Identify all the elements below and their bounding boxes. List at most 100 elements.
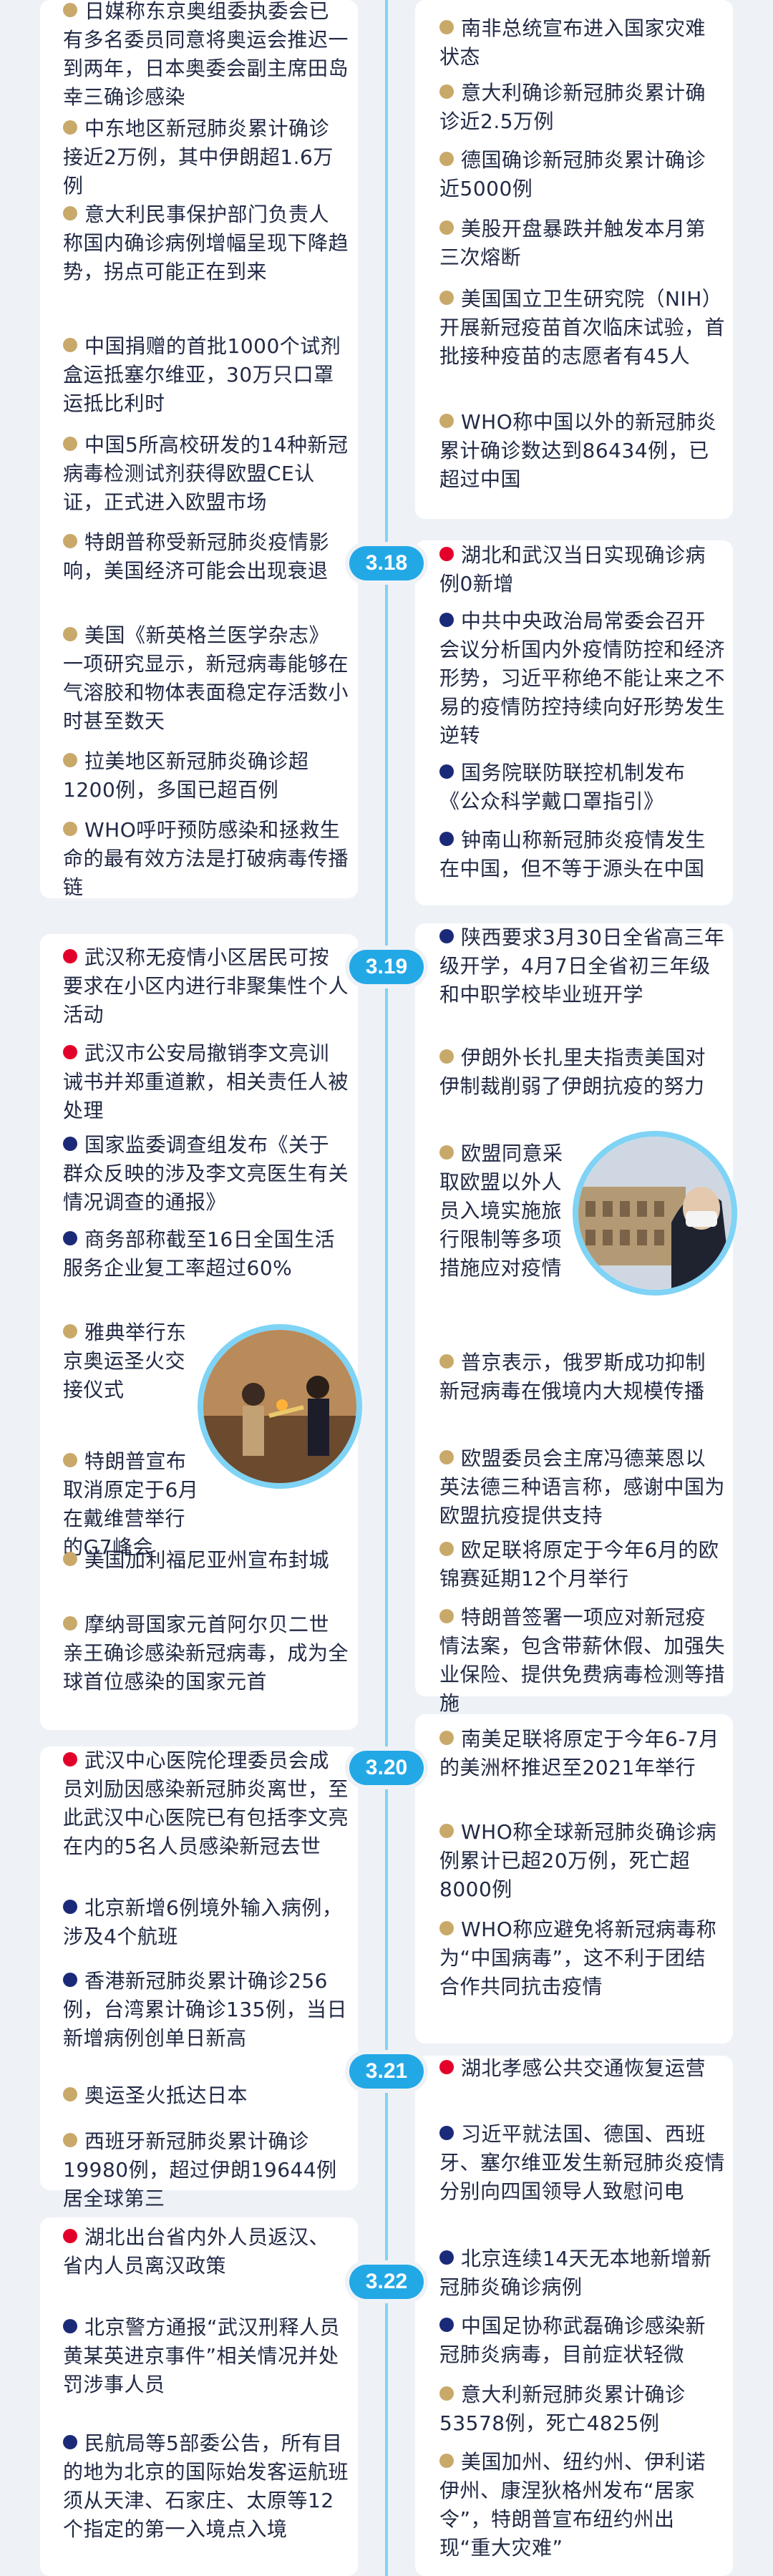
news-item: 美国《新英格兰医学杂志》一项研究显示，新冠病毒能够在气溶胶和物体表面稳定存活数小…: [63, 623, 349, 733]
dot-icon: [439, 1450, 454, 1464]
date-badge-320: 3.20: [349, 1751, 424, 1785]
news-item: WHO称中国以外的新冠肺炎累计确诊数达到86434例，已超过中国: [439, 410, 717, 491]
dot-icon: [63, 2319, 77, 2333]
dot-icon: [63, 1616, 77, 1630]
dot-icon: [63, 753, 77, 767]
dot-icon: [439, 152, 454, 166]
dot-icon: [439, 929, 454, 943]
dot-icon: [63, 1453, 77, 1467]
timeline-axis: [385, 0, 388, 2576]
dot-icon: [439, 20, 454, 34]
dot-icon: [63, 1752, 77, 1766]
news-item: 湖北孝感公共交通恢复运营: [439, 2054, 726, 2083]
news-item: 中国5所高校研发的14种新冠病毒检测试剂获得欧盟CE认证，正式进入欧盟市场: [63, 433, 349, 514]
news-item: 欧盟同意采取欧盟以外人员入境实施旅行限制等多项措施应对疫情: [439, 1142, 563, 1280]
news-item: 北京连续14天无本地新增新冠肺炎确诊病例: [439, 2247, 712, 2299]
news-item: WHO称全球新冠肺炎确诊病例累计已超20万例，死亡超8000例: [439, 1820, 717, 1901]
news-item: 中国捐赠的首批1000个试剂盒运抵塞尔维亚，30万只口罩运抵比利时: [63, 334, 341, 415]
news-item: 武汉市公安局撤销李文亮训诫书并郑重道歉，相关责任人被处理: [63, 1041, 349, 1122]
news-item: 雅典举行东京奥运圣火交接仪式: [63, 1321, 187, 1401]
news-item: 商务部称截至16日全国生活服务企业复工率超过60%: [63, 1228, 336, 1280]
dot-icon: [63, 1045, 77, 1059]
dot-icon: [63, 1324, 77, 1338]
news-item: 西班牙新冠肺炎累计确诊19980例，超过伊朗19644例居全球第三: [63, 2129, 337, 2210]
dot-icon: [439, 220, 454, 235]
news-item: 德国确诊新冠肺炎累计确诊近5000例: [439, 148, 706, 200]
news-item: 美股开盘暴跌并触发本月第三次熔断: [439, 217, 706, 269]
dot-icon: [63, 206, 77, 220]
news-item: 拉美地区新冠肺炎确诊超1200例，多国已超百例: [63, 749, 309, 802]
dot-icon: [439, 2126, 454, 2140]
news-item: 特朗普签署一项应对新冠疫情法案，包含带薪休假、加强失业保险、提供免费病毒检测等措…: [439, 1605, 726, 1715]
dot-icon: [439, 291, 454, 305]
dot-icon: [439, 414, 454, 428]
news-item: 欧足联将原定于今年6月的欧锦赛延期12个月举行: [439, 1538, 719, 1590]
dot-icon: [63, 1973, 77, 1987]
news-item: 美国加州、纽约州、伊利诺伊州、康涅狄格州发布“居家令”，特朗普宣布纽约州出现“重…: [439, 2450, 706, 2560]
torch-ceremony-illustration: [203, 1330, 356, 1483]
dot-icon: [63, 2435, 77, 2449]
dot-icon: [63, 2133, 77, 2147]
news-item: 中共中央政治局常委会召开会议分析国内外疫情防控和经济形势，习近平称绝不能让来之不…: [439, 609, 726, 747]
dot-icon: [63, 822, 77, 836]
date-badge-321: 3.21: [349, 2054, 424, 2089]
news-item: 意大利新冠肺炎累计确诊53578例，死亡4825例: [439, 2383, 686, 2435]
dot-icon: [439, 1824, 454, 1838]
dot-icon: [63, 2229, 77, 2243]
news-item: 意大利确诊新冠肺炎累计确诊近2.5万例: [439, 81, 706, 133]
news-item: 陕西要求3月30日全省高三年级开学，4月7日全省初三年级和中职学校毕业班开学: [439, 925, 725, 1006]
news-item: 伊朗外长扎里夫指责美国对伊制裁削弱了伊朗抗疫的努力: [439, 1046, 706, 1098]
news-item: 摩纳哥国家元首阿尔贝二世亲王确诊感染新冠病毒，成为全球首位感染的国家元首: [63, 1613, 349, 1693]
dot-icon: [63, 1552, 77, 1566]
news-item: 特朗普称受新冠肺炎疫情影响，美国经济可能会出现衰退: [63, 530, 330, 583]
dot-icon: [439, 2318, 454, 2332]
dot-icon: [439, 1049, 454, 1064]
news-item: 民航局等5部委公告，所有目的地为北京的国际始发客运航班须从天津、石家庄、太原等1…: [63, 2431, 349, 2541]
news-item: 湖北和武汉当日实现确诊病例0新增: [439, 543, 706, 596]
news-item: 钟南山称新冠肺炎疫情发生在中国，但不等于源头在中国: [439, 828, 706, 880]
date-badge-322: 3.22: [349, 2265, 424, 2299]
dot-icon: [439, 1145, 454, 1160]
dot-icon: [439, 613, 454, 627]
news-item: 武汉中心医院伦理委员会成员刘励因感染新冠肺炎离世，至此武汉中心医院已有包括李文亮…: [63, 1749, 349, 1858]
news-item: 欧盟委员会主席冯德莱恩以英法德三种语言称，感谢中国为欧盟抗疫提供支持: [439, 1447, 726, 1527]
dot-icon: [63, 1137, 77, 1151]
news-item: 美国国立卫生研究院（NIH）开展新冠疫苗首次临床试验，首批接种疫苗的志愿者有45…: [439, 287, 726, 368]
news-item: 北京警方通报“武汉刑释人员黄某英进京事件”相关情况并处罚涉事人员: [63, 2315, 341, 2396]
dot-icon: [439, 2060, 454, 2074]
news-item: 意大利民事保护部门负责人称国内确诊病例增幅呈现下降趋势，拐点可能正在到来: [63, 203, 349, 283]
dot-icon: [63, 3, 77, 17]
news-item: 美国加利福尼亚州宣布封城: [63, 1546, 349, 1575]
dot-icon: [63, 534, 77, 548]
colosseum-image: [573, 1131, 737, 1296]
date-badge-318: 3.18: [349, 546, 424, 580]
dot-icon: [63, 1231, 77, 1245]
dot-icon: [439, 1354, 454, 1369]
dot-icon: [439, 1731, 454, 1745]
date-badge-319: 3.19: [349, 950, 424, 984]
news-item: 中东地区新冠肺炎累计确诊接近2万例，其中伊朗超1.6万例: [63, 117, 334, 198]
news-item: 中国足协称武磊确诊感染新冠肺炎病毒，目前症状轻微: [439, 2314, 706, 2366]
dot-icon: [439, 2454, 454, 2468]
dot-icon: [63, 949, 77, 963]
dot-icon: [439, 1921, 454, 1935]
dot-icon: [439, 547, 454, 561]
dot-icon: [63, 120, 77, 135]
news-item: WHO称应避免将新冠病毒称为“中国病毒”，这不利于团结合作共同抗击疫情: [439, 1918, 717, 1998]
torch-ceremony-image: [198, 1324, 362, 1489]
dot-icon: [439, 2386, 454, 2401]
news-item: 湖北出台省内外人员返汉、省内人员离汉政策: [63, 2225, 330, 2278]
news-item: 奥运圣火抵达日本: [63, 2081, 349, 2110]
news-item: 北京新增6例境外输入病例，涉及4个航班: [63, 1896, 343, 1948]
colosseum-illustration: [578, 1137, 731, 1290]
dot-icon: [63, 627, 77, 641]
dot-icon: [439, 1542, 454, 1556]
news-item: 特朗普宣布取消原定于6月在戴维营举行的G7峰会: [63, 1449, 199, 1559]
news-item: 南美足联将原定于今年6-7月的美洲杯推迟至2021年举行: [439, 1727, 719, 1779]
news-item: 国务院联防联控机制发布《公众科学戴口罩指引》: [439, 761, 686, 813]
dot-icon: [439, 764, 454, 779]
dot-icon: [63, 338, 77, 352]
dot-icon: [63, 2087, 77, 2101]
dot-icon: [439, 1609, 454, 1623]
news-item: 香港新冠肺炎累计确诊256例，台湾累计确诊135例，当日新增病例创单日新高: [63, 1969, 347, 2050]
